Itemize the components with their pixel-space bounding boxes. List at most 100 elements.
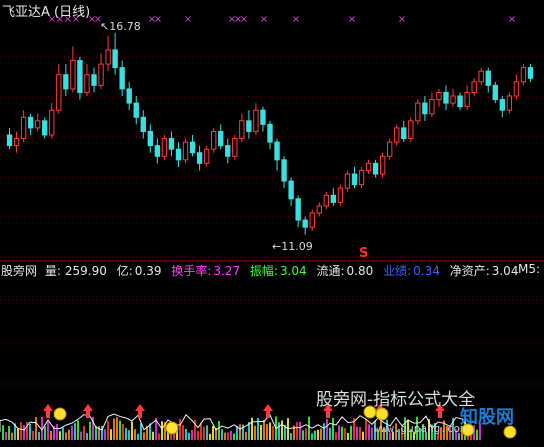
- candle-body: [295, 198, 301, 221]
- amount-label: 亿:: [116, 264, 133, 278]
- indicator-bar: [224, 432, 226, 440]
- indicator-bar: [200, 422, 202, 440]
- perf-label: 业绩:: [383, 264, 412, 278]
- indicator-bar: [203, 426, 205, 440]
- smiley-icon: [165, 421, 179, 435]
- indicator-bar: [272, 426, 274, 440]
- candle-body: [98, 63, 104, 86]
- up-arrow: [83, 404, 93, 418]
- indicator-bar: [266, 424, 268, 440]
- indicator-bar: [188, 432, 190, 440]
- indicator-bar: [344, 428, 346, 440]
- indicator-bar: [311, 433, 313, 440]
- candle-body: [394, 127, 400, 143]
- low-price-value: 11.09: [281, 240, 313, 253]
- candle-body: [63, 74, 69, 90]
- indicator-bar: [299, 421, 301, 440]
- candle-body: [513, 81, 520, 97]
- float-value: 0.80: [346, 264, 374, 278]
- candle-body: [358, 169, 365, 186]
- indicator-bar: [35, 417, 37, 440]
- indicator-bar: [134, 429, 136, 440]
- watermark-title: 股旁网-指标公式大全: [316, 390, 476, 410]
- candle-body: [49, 109, 55, 136]
- indicator-bar: [251, 417, 253, 440]
- indicator-bar: [131, 421, 133, 440]
- indicator-info-bar: 股旁网 量: 259.90 亿: 0.39 换手率: 3.27 振幅: 3.04 流通:…: [0, 262, 544, 278]
- indicator-bar: [110, 429, 112, 440]
- indicator-bar: [116, 417, 118, 440]
- volume-label: 量:: [44, 264, 61, 278]
- candle-body: [13, 138, 20, 147]
- indicator-bar: [329, 427, 331, 440]
- candle-body: [84, 74, 90, 93]
- indicator-bar: [86, 433, 88, 440]
- candle-body: [27, 116, 34, 129]
- candle-body: [344, 173, 351, 189]
- indicator-bar: [236, 426, 238, 440]
- candle-body: [154, 145, 161, 157]
- indicator-bar: [320, 428, 322, 440]
- candle-body: [168, 138, 175, 150]
- low-price-label: ←11.09: [272, 240, 313, 253]
- candle-body: [133, 102, 139, 118]
- indicator-bar: [233, 433, 235, 440]
- up-arrow: [135, 404, 145, 418]
- nav-value: 3.04: [491, 264, 519, 278]
- indicator-bar: [317, 429, 319, 440]
- candle-body: [34, 120, 41, 129]
- indicator-bar: [209, 433, 211, 440]
- candle-body: [450, 95, 456, 104]
- candle-body: [112, 49, 118, 69]
- amplitude-value: 3.04: [279, 264, 307, 278]
- indicator-bar: [254, 425, 256, 440]
- indicator-bar: [38, 431, 40, 440]
- turnover-label: 换手率:: [171, 264, 212, 278]
- price-chart[interactable]: × × × × ×× ×× × ××× × × × × ×: [0, 0, 544, 447]
- candle-body: [351, 173, 358, 186]
- candle-body: [232, 138, 238, 157]
- candle-body: [70, 60, 76, 90]
- candle-body: [239, 120, 245, 140]
- indicator-bar: [113, 418, 115, 440]
- indicator-bar: [185, 428, 187, 440]
- indicator-bar: [347, 432, 349, 440]
- indicator-bar: [2, 425, 4, 440]
- watermark-logo: 知股网: [460, 407, 514, 428]
- indicator-bar: [197, 431, 199, 440]
- indicator-bar: [137, 433, 139, 440]
- indicator-bar: [278, 422, 280, 440]
- indicator-bar: [29, 423, 31, 440]
- indicator-bar: [212, 425, 214, 440]
- cross-marker: ×: [154, 14, 162, 25]
- indicator-bar: [74, 423, 76, 440]
- candle-body: [42, 120, 48, 136]
- cross-marker: ×: [348, 14, 356, 25]
- indicator-bar: [206, 425, 208, 440]
- indicator-bar: [218, 421, 220, 440]
- indicator-bar: [65, 432, 67, 440]
- candle-body: [379, 155, 386, 175]
- cross-marker: ×: [398, 14, 406, 25]
- candle-body: [20, 116, 27, 140]
- indicator-bar: [341, 426, 343, 440]
- candle-body: [189, 141, 196, 154]
- watermark-url: www.gupang.com: [374, 422, 467, 435]
- nav-label: 净资产:: [449, 264, 490, 278]
- volume-value: 259.90: [64, 264, 107, 278]
- indicator-bar: [326, 419, 328, 440]
- indicator-bar: [368, 424, 370, 440]
- indicator-bar: [362, 431, 364, 440]
- indicator-bar: [290, 433, 292, 440]
- indicator-bar: [305, 428, 307, 440]
- indicator-bar: [323, 423, 325, 440]
- indicator-bar: [143, 432, 145, 440]
- candle-body: [218, 130, 224, 147]
- sell-signal-mark: S: [359, 246, 369, 261]
- candle-body: [281, 159, 287, 182]
- indicator-bar: [263, 419, 265, 440]
- indicator-bar: [95, 426, 97, 440]
- cross-marker: ×: [260, 14, 268, 25]
- candle-body: [429, 99, 435, 115]
- candle-body: [267, 123, 273, 143]
